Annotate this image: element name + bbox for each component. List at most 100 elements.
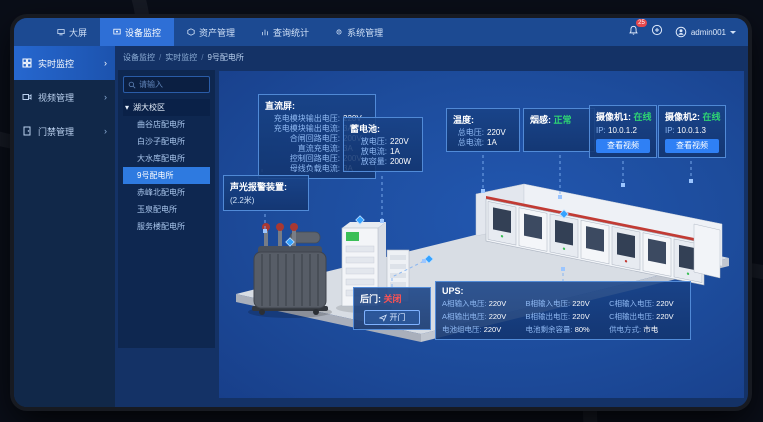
view-video-button[interactable]: 查看视频	[596, 139, 650, 153]
door-status: 关闭	[384, 294, 402, 304]
panel-title: 直流屏:	[265, 99, 369, 112]
metric-label: 充电模块输出电流:	[265, 124, 340, 134]
panel-title: 温度:	[453, 113, 513, 126]
metric-value: 220V	[572, 299, 590, 308]
breadcrumb-part[interactable]: 设备监控	[123, 53, 155, 62]
tab-query-statistics[interactable]: 查询统计	[248, 18, 322, 46]
panel-title: 摄像机2: 在线	[665, 110, 719, 123]
bell-icon	[628, 25, 639, 36]
tree-item-substation[interactable]: 玉泉配电所	[123, 201, 210, 218]
smoke-sensor-panel: 烟感: 正常	[523, 108, 595, 152]
tree-item-substation-selected[interactable]: 9号配电所	[123, 167, 210, 184]
panel-title: 摄像机1: 在线	[596, 110, 650, 123]
metric-label: 合闸回路电压:	[265, 134, 340, 144]
substation-3d-canvas[interactable]: 直流屏: 充电模块输出电压:220V 充电模块输出电流:3A 合闸回路电压:20…	[219, 71, 744, 398]
monitor-icon	[113, 28, 121, 36]
camera2-ip: IP: 10.0.1.3	[665, 125, 719, 136]
breadcrumb-part[interactable]: 实时监控	[165, 53, 197, 62]
station-tree-panel: ▾ 湖大校区 曲谷店配电所 白沙子配电所 大水库配电所 9号配电所 赤峰北配电所…	[118, 70, 215, 348]
stats-icon	[261, 28, 269, 36]
tab-label: 资产管理	[199, 26, 235, 39]
sidebar-item-access-control[interactable]: 门禁管理 ›	[14, 114, 115, 148]
tree-search	[123, 76, 210, 93]
chevron-right-icon: ›	[104, 58, 107, 68]
user-menu[interactable]: admin001	[675, 26, 736, 38]
tree-item-substation[interactable]: 白沙子配电所	[123, 133, 210, 150]
asset-box-icon	[187, 28, 195, 36]
smoke-status: 正常	[554, 115, 572, 125]
breadcrumb: 设备监控/实时监控/9号配电所	[118, 46, 244, 70]
search-input[interactable]	[139, 80, 205, 89]
fullscreen-button[interactable]	[651, 23, 663, 41]
sidebar-item-label: 实时监控	[38, 57, 74, 70]
metric-label: 放电压:	[350, 137, 387, 147]
tab-system-management[interactable]: 系统管理	[322, 18, 396, 46]
user-avatar	[675, 26, 687, 38]
metric-value: 220V	[489, 299, 507, 308]
metric-value: 220V	[484, 325, 502, 334]
camera2-panel: 摄像机2: 在线 IP: 10.0.1.3 查看视频	[658, 105, 726, 158]
camera1-panel: 摄像机1: 在线 IP: 10.0.1.2 查看视频	[589, 105, 657, 158]
open-door-icon	[379, 314, 387, 322]
sidebar-item-label: 门禁管理	[38, 125, 74, 138]
view-video-button[interactable]: 查看视频	[665, 139, 719, 153]
tab-label: 查询统计	[273, 26, 309, 39]
metric-label: C相输入电压:	[609, 299, 654, 308]
sidebar: 实时监控 › 视频管理 › 门禁管理 ›	[14, 46, 115, 407]
metric-label: 放容量:	[350, 157, 387, 167]
metric-label: 电池剩余容量:	[526, 325, 573, 334]
metric-value: 220V	[656, 299, 674, 308]
camera1-status: 在线	[634, 112, 652, 122]
metric-value: 220V	[572, 312, 590, 321]
metric-label: 供电方式:	[609, 325, 641, 334]
tree-item-substation[interactable]: 赤峰北配电所	[123, 184, 210, 201]
top-right-cluster: 25 admin001	[628, 18, 736, 46]
breadcrumb-separator: /	[201, 53, 203, 62]
tab-device-monitoring[interactable]: 设备监控	[100, 18, 174, 46]
tree-root-node[interactable]: ▾ 湖大校区	[123, 99, 210, 116]
open-door-button[interactable]: 开门	[364, 310, 420, 325]
screen-icon	[57, 28, 65, 36]
sidebar-item-realtime-monitoring[interactable]: 实时监控 ›	[14, 46, 115, 80]
metric-label: 电池组电压:	[442, 325, 482, 334]
metric-label: 总电压:	[453, 128, 484, 138]
camera1-ip: IP: 10.0.1.2	[596, 125, 650, 136]
metric-value: 市电	[643, 325, 658, 334]
top-nav: 大屏 设备监控 资产管理 查询统计 系统管理	[14, 18, 748, 46]
door-icon	[22, 126, 32, 136]
metric-label: A相输出电压:	[442, 312, 487, 321]
notifications-button[interactable]: 25	[628, 23, 639, 41]
ups-metrics-grid: A相输入电压: 220V B相输入电压: 220V C相输入电压: 220V A…	[442, 298, 684, 335]
app-window: 大屏 设备监控 资产管理 查询统计 系统管理	[14, 18, 748, 407]
panel-title: 后门: 关闭	[360, 292, 424, 305]
tab-big-screen[interactable]: 大屏	[44, 18, 100, 46]
tree-item-substation[interactable]: 大水库配电所	[123, 150, 210, 167]
sidebar-item-label: 视频管理	[38, 91, 74, 104]
metric-label: 总电流:	[453, 138, 484, 148]
back-door-panel: 后门: 关闭 开门	[353, 287, 431, 330]
tree-root-label: 湖大校区	[133, 102, 165, 113]
metric-value: 220V	[656, 312, 674, 321]
metric-label: 充电模块输出电压:	[265, 114, 340, 124]
metric-value: 1A	[390, 147, 416, 157]
tree-item-substation[interactable]: 服务楼配电所	[123, 218, 210, 235]
gear-icon	[335, 28, 343, 36]
battery-panel: 蓄电池: 放电压:220V 放电流:1A 放容量:200W	[343, 117, 423, 172]
sidebar-item-video-management[interactable]: 视频管理 ›	[14, 80, 115, 114]
chevron-right-icon: ›	[104, 126, 107, 136]
panel-title: 烟感: 正常	[530, 113, 588, 126]
breadcrumb-current: 9号配电所	[207, 53, 243, 62]
metric-label: A相输入电压:	[442, 299, 487, 308]
alarm-height: (2.2米)	[230, 195, 302, 206]
chevron-down-icon	[730, 31, 736, 34]
tab-asset-management[interactable]: 资产管理	[174, 18, 248, 46]
metric-label: 母线负载电流:	[265, 164, 340, 174]
metric-value: 220V	[487, 128, 513, 138]
desktop-backdrop: 大屏 设备监控 资产管理 查询统计 系统管理	[0, 0, 763, 422]
tree-item-substation[interactable]: 曲谷店配电所	[123, 116, 210, 133]
username: admin001	[691, 28, 726, 37]
camera2-status: 在线	[703, 112, 721, 122]
end-cabinet	[694, 224, 720, 278]
panel-title: 蓄电池:	[350, 122, 416, 135]
metric-label: 直流充电流:	[265, 144, 340, 154]
